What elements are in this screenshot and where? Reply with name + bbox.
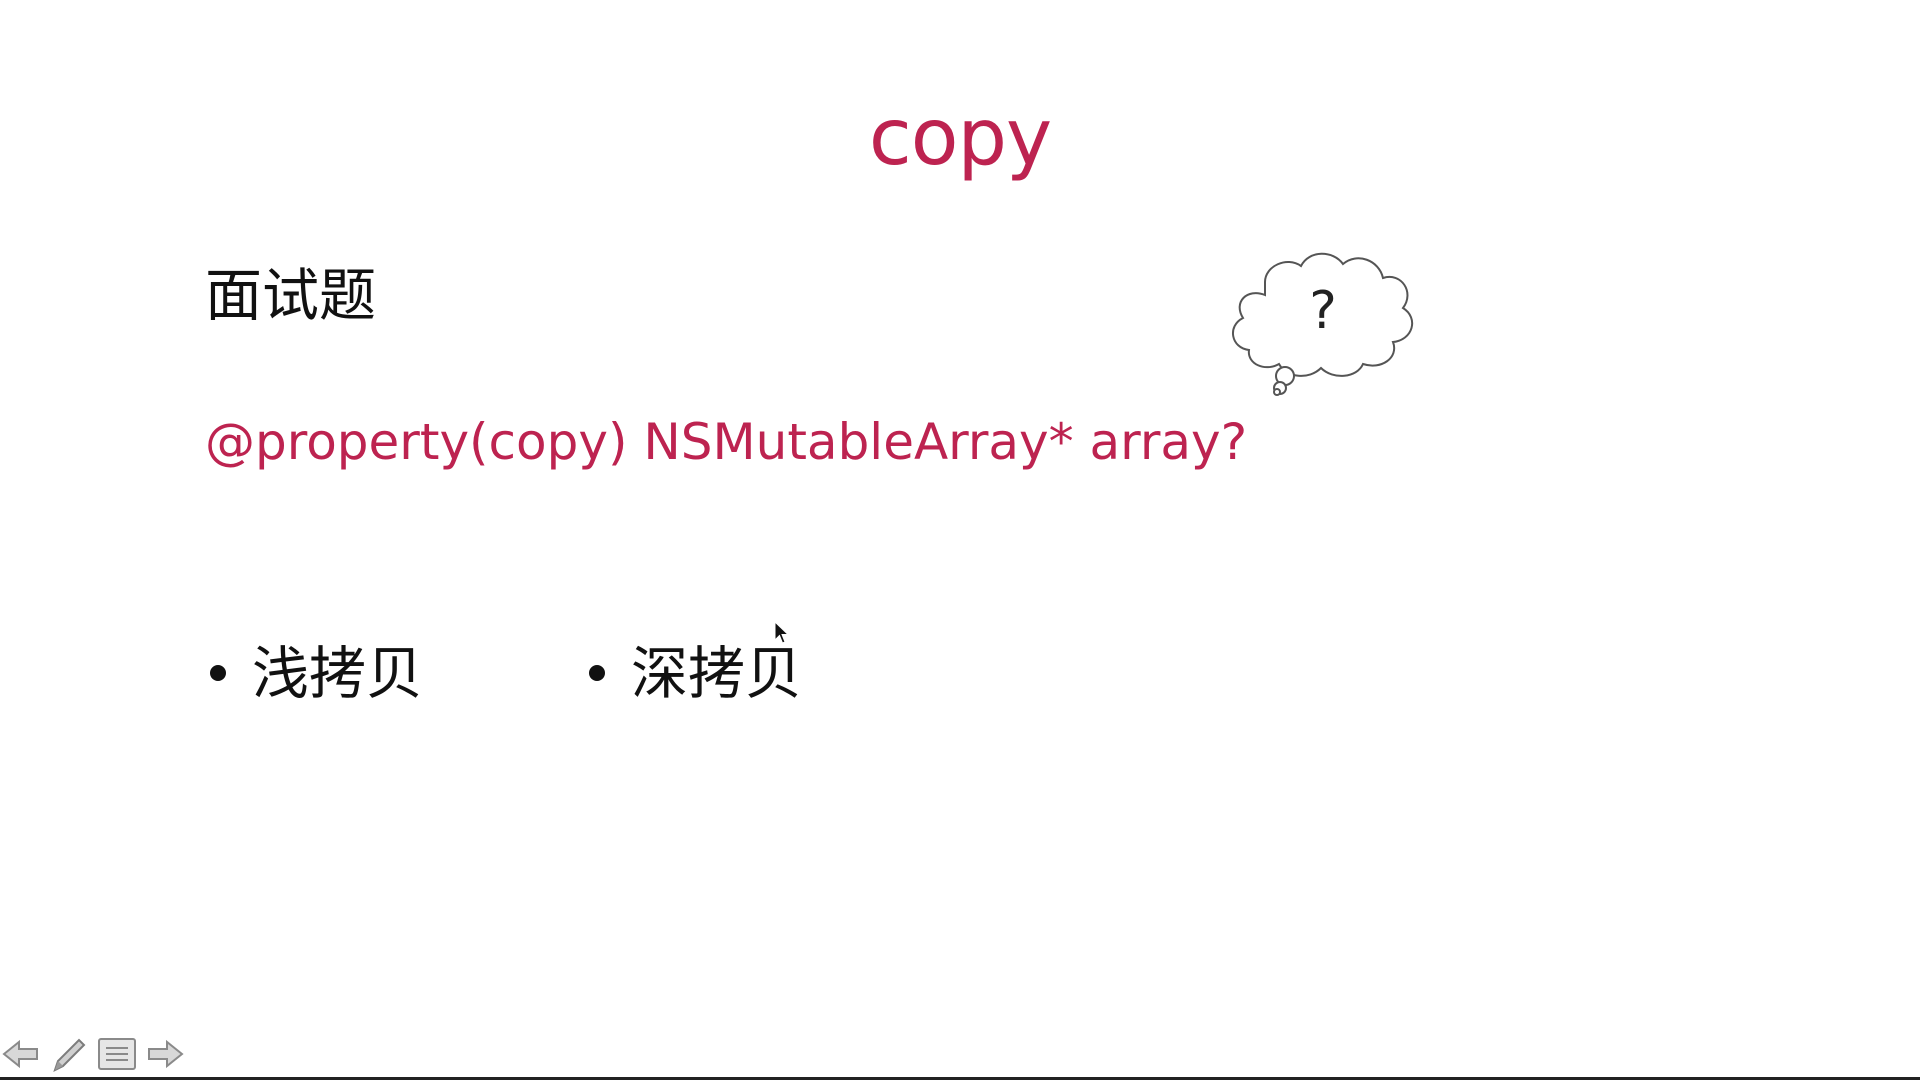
bullet-shallow-copy: 浅拷贝 bbox=[210, 634, 423, 714]
presentation-slide: copy 面试题 ? @property(copy) NSMutableArra… bbox=[0, 0, 1920, 1080]
mouse-cursor-icon bbox=[774, 621, 790, 644]
slideshow-toolbar bbox=[0, 1034, 186, 1074]
previous-slide-button[interactable] bbox=[0, 1034, 42, 1074]
arrow-right-icon bbox=[148, 1039, 184, 1069]
bullet-deep-copy: 深拷贝 bbox=[589, 634, 802, 714]
thought-cloud-icon: ? bbox=[1232, 252, 1414, 396]
interview-question: @property(copy) NSMutableArray* array? bbox=[205, 413, 1248, 471]
bullet-label: 浅拷贝 bbox=[252, 641, 423, 707]
slide-heading: 面试题 bbox=[205, 263, 376, 329]
menu-icon bbox=[98, 1038, 136, 1070]
bullet-label: 深拷贝 bbox=[631, 641, 802, 707]
bullet-dot-icon bbox=[210, 665, 226, 682]
arrow-left-icon bbox=[2, 1039, 38, 1069]
thought-bubble-text: ? bbox=[1309, 281, 1337, 341]
pen-icon bbox=[53, 1038, 86, 1072]
slide-menu-button[interactable] bbox=[96, 1034, 138, 1074]
pen-tool-button[interactable] bbox=[48, 1034, 90, 1074]
next-slide-button[interactable] bbox=[144, 1034, 186, 1074]
bullet-dot-icon bbox=[589, 665, 605, 682]
slide-title: copy bbox=[868, 93, 1052, 183]
